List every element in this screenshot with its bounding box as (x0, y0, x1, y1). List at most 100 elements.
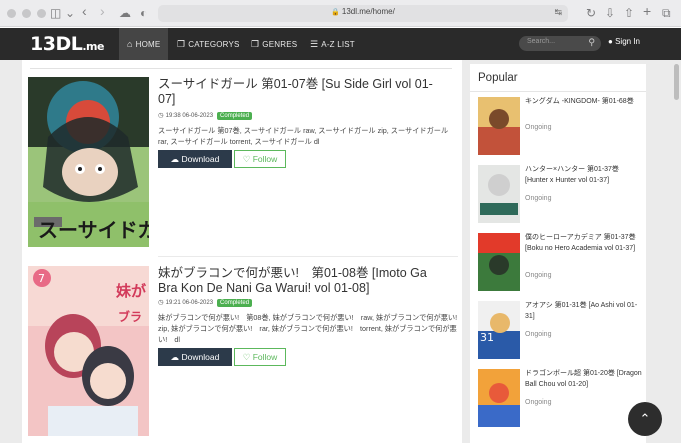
popular-status: Ongoing (525, 195, 552, 202)
sign-in-link[interactable]: ● Sign In (608, 37, 640, 46)
cube-icon: ❐ (177, 39, 186, 49)
browser-toolbar: ◫ ⌄ ‹ › ☁ ◐ 🔒 13dl.me/home/ ↹ ↻ ⇩ ⇧ + ⧉ (0, 0, 681, 27)
popular-item[interactable]: キングダム -KINGDOM- 第01-68巻 Ongoing (478, 97, 643, 157)
translate-icon[interactable]: ↹ (554, 7, 562, 18)
follow-label: Follow (252, 154, 278, 164)
popular-title[interactable]: アオアシ 第01-31巻 [Ao Ashi vol 01-31] (525, 301, 643, 322)
address-bar[interactable]: 🔒 13dl.me/home/ ↹ (158, 5, 568, 22)
share-icon[interactable]: ⇧ (624, 5, 634, 21)
nav-genres[interactable]: ❐ GENRES (243, 28, 305, 60)
logo-text: 13DL (30, 33, 83, 55)
item-meta: ◷ 19:38 06-06-2023 Completed (158, 111, 253, 120)
shield-icon[interactable]: ◐ (140, 5, 147, 21)
popular-thumb[interactable] (478, 233, 520, 291)
sidebar-chevron-icon[interactable]: ⌄ (65, 5, 75, 21)
popular-thumb[interactable] (478, 369, 520, 427)
page-content: スーサイドガ スーサイドガール 第01-07巻 [Su Side Girl vo… (0, 60, 681, 443)
popular-item[interactable]: ハンター×ハンター 第01-37巻 [Hunter x Hunter vol 0… (478, 165, 643, 225)
download-label: Download (181, 154, 220, 164)
popular-title[interactable]: ドラゴンボール超 第01-20巻 [Dragon Ball Chou vol 0… (525, 369, 643, 390)
cover-image[interactable]: スーサイドガ (28, 77, 149, 247)
close-window-button[interactable] (7, 9, 16, 18)
status-badge: Completed (217, 299, 253, 307)
cloud-icon[interactable]: ☁ (119, 5, 131, 21)
list-item: スーサイドガ スーサイドガール 第01-07巻 [Su Side Girl vo… (28, 77, 458, 249)
follow-label: Follow (252, 352, 278, 362)
popular-thumb[interactable] (478, 97, 520, 155)
divider (30, 68, 452, 69)
download-label: Download (181, 352, 220, 362)
sidebar-toggle-icon[interactable]: ◫ (50, 5, 61, 21)
download-button[interactable]: ☁ Download (158, 150, 232, 168)
svg-text:スーサイドガ: スーサイドガ (38, 218, 149, 242)
status-badge: Completed (217, 112, 253, 120)
zoom-window-button[interactable] (37, 9, 46, 18)
nav-genres-label: GENRES (262, 40, 298, 49)
clock-icon: ◷ (158, 112, 164, 119)
browser-window: ◫ ⌄ ‹ › ☁ ◐ 🔒 13dl.me/home/ ↹ ↻ ⇩ ⇧ + ⧉ 1… (0, 0, 681, 443)
list-icon: ☰ (310, 39, 319, 49)
popular-item[interactable]: ドラゴンボール超 第01-20巻 [Dragon Ball Chou vol 0… (478, 369, 643, 429)
popular-title[interactable]: 僕のヒーローアカデミア 第01-37巻 [Boku no Hero Academ… (525, 233, 643, 254)
clock-icon: ◷ (158, 299, 164, 306)
svg-text:妹が: 妹が (115, 282, 147, 300)
home-icon: ⌂ (127, 39, 133, 49)
refresh-icon[interactable]: ↻ (586, 5, 596, 21)
item-title[interactable]: 妹がブラコンで何が悪い! 第01-08巻 [Imoto Ga Bra Kon D… (158, 266, 448, 296)
item-meta: ◷ 19:21 06-06-2023 Completed (158, 298, 253, 307)
popular-status: Ongoing (525, 399, 552, 406)
download-icon[interactable]: ⇩ (605, 5, 615, 21)
new-tab-icon[interactable]: + (643, 3, 651, 19)
cloud-download-icon: ☁ (170, 352, 180, 362)
logo-suffix: .me (82, 40, 104, 53)
divider (470, 91, 646, 92)
window-controls (7, 9, 46, 18)
site-navbar: 13DL.me ⌂ HOME ❐ CATEGORYS ❐ GENRES ☰ A-Z LI… (0, 28, 681, 60)
popular-thumb[interactable] (478, 165, 520, 223)
svg-text:7: 7 (38, 272, 45, 285)
nav-az-list[interactable]: ☰ A-Z LIST (302, 28, 363, 60)
nav-categorys[interactable]: ❐ CATEGORYS (169, 28, 248, 60)
page-scrollbar[interactable] (674, 64, 679, 100)
chevron-up-icon: ⌃ (639, 411, 651, 426)
cube-icon: ❐ (251, 39, 260, 49)
cover-image[interactable]: 7 妹が ブラ (28, 266, 149, 436)
item-title[interactable]: スーサイドガール 第01-07巻 [Su Side Girl vol 01-07… (158, 77, 448, 107)
forward-icon[interactable]: › (100, 3, 105, 19)
heart-icon: ♡ (242, 154, 251, 164)
back-to-top-button[interactable]: ⌃ (628, 402, 662, 436)
svg-text:ブラ: ブラ (118, 309, 142, 324)
popular-title[interactable]: ハンター×ハンター 第01-37巻 [Hunter x Hunter vol 0… (525, 165, 643, 186)
list-item: 7 妹が ブラ 妹がブラコンで何が悪い! 第01-08巻 [Imoto Ga B… (28, 266, 464, 438)
popular-item[interactable]: 僕のヒーローアカデミア 第01-37巻 [Boku no Hero Academ… (478, 233, 643, 293)
search-icon[interactable]: ⚲ (588, 37, 595, 48)
popular-thumb[interactable]: 31 (478, 301, 520, 359)
item-date: 19:21 06-06-2023 (165, 300, 214, 306)
latest-list: スーサイドガ スーサイドガール 第01-07巻 [Su Side Girl vo… (22, 60, 464, 443)
nav-az-list-label: A-Z LIST (321, 40, 355, 49)
popular-status: Ongoing (525, 331, 552, 338)
nav-categorys-label: CATEGORYS (188, 40, 240, 49)
follow-button[interactable]: ♡ Follow (234, 150, 286, 168)
search-placeholder: Search... (527, 38, 556, 45)
divider (158, 256, 458, 257)
popular-title[interactable]: キングダム -KINGDOM- 第01-68巻 (525, 97, 643, 108)
download-button[interactable]: ☁ Download (158, 348, 232, 366)
popular-status: Ongoing (525, 272, 552, 279)
lock-icon: 🔒 (331, 9, 340, 16)
popular-item[interactable]: 31 アオアシ 第01-31巻 [Ao Ashi vol 01-31] Ongo… (478, 301, 643, 361)
follow-button[interactable]: ♡ Follow (234, 348, 286, 366)
minimize-window-button[interactable] (22, 9, 31, 18)
search-input[interactable]: Search... ⚲ (519, 36, 601, 51)
url-value: 13dl.me/home/ (341, 7, 395, 16)
nav-home-label: HOME (135, 40, 161, 49)
nav-home[interactable]: ⌂ HOME (119, 28, 169, 60)
back-icon[interactable]: ‹ (82, 3, 87, 19)
item-description: スーサイドガール 第07巻, スーサイドガール raw, スーサイドガール zi… (158, 126, 449, 146)
site-logo[interactable]: 13DL.me (30, 33, 104, 58)
sign-in-label: Sign In (615, 37, 640, 46)
popular-status: Ongoing (525, 124, 552, 131)
user-icon: ● (608, 37, 613, 46)
tabs-overview-icon[interactable]: ⧉ (662, 5, 671, 21)
svg-text:31: 31 (480, 331, 494, 344)
